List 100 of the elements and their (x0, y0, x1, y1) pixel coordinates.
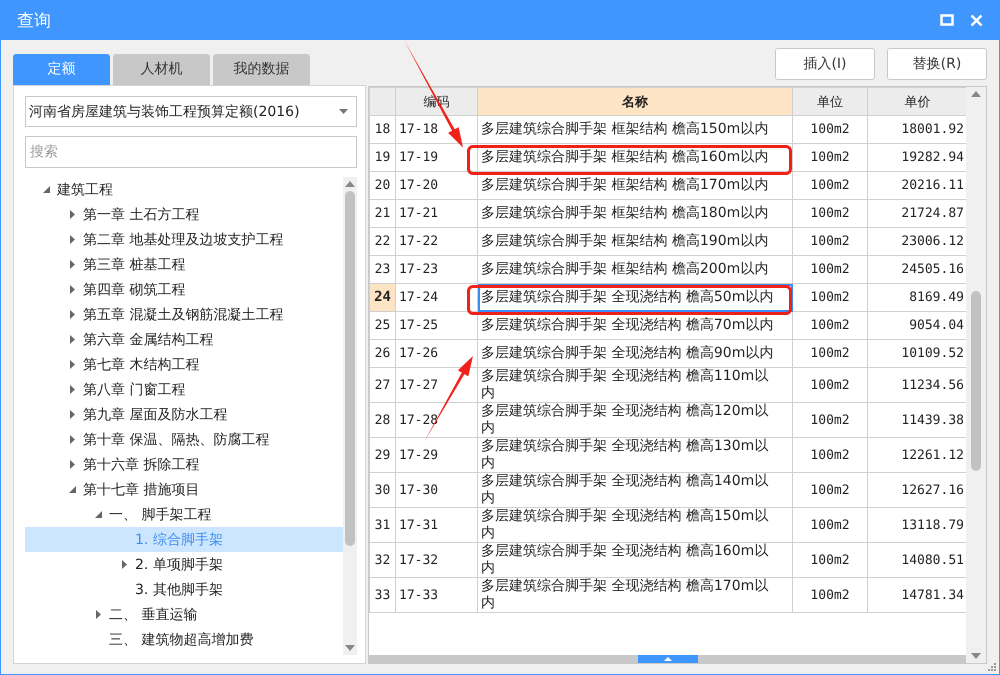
tree-item[interactable]: 第九章 屋面及防水工程 (83, 406, 228, 424)
tree-item[interactable]: 第一章 土石方工程 (83, 206, 200, 224)
collapse-icon[interactable] (68, 486, 76, 493)
table-cell: 多层建筑综合脚手架 全现浇结构 檐高70m以内 (478, 312, 792, 340)
table-cell: 100m2 (792, 228, 868, 256)
action-button[interactable]: 替换(R) (887, 48, 987, 80)
scrollbar[interactable] (343, 177, 357, 655)
tree-item[interactable]: 2. 单项脚手架 (135, 556, 223, 574)
row-number: 28 (370, 402, 396, 438)
expand-icon[interactable] (96, 610, 100, 619)
expand-icon[interactable] (70, 310, 74, 319)
table-cell: 100m2 (792, 116, 868, 144)
table-cell: 100m2 (792, 508, 868, 542)
row-number: 30 (370, 472, 396, 508)
scrollbar[interactable] (966, 87, 986, 663)
column-header[interactable]: 名称 (478, 88, 792, 116)
table-cell: 多层建筑综合脚手架 全现浇结构 檐高140m以内 (478, 472, 792, 508)
scroll-down-icon[interactable] (971, 653, 981, 659)
row-number: 26 (370, 340, 396, 368)
tree-item[interactable]: 第四章 砌筑工程 (83, 280, 186, 298)
row-number: 18 (370, 116, 396, 144)
row-number: 24 (370, 284, 396, 312)
table-cell: 100m2 (792, 368, 868, 402)
table-cell: 100m2 (792, 340, 868, 368)
table-cell: 多层建筑综合脚手架 框架结构 檐高180m以内 (478, 200, 792, 228)
table-cell: 17-32 (396, 542, 478, 578)
close-icon[interactable] (970, 14, 983, 26)
table-cell: 多层建筑综合脚手架 框架结构 檐高150m以内 (478, 116, 792, 144)
expand-icon[interactable] (70, 460, 74, 469)
table-cell: 100m2 (792, 256, 868, 284)
tree-item[interactable]: 第八章 门窗工程 (83, 380, 186, 398)
maximize-icon[interactable] (940, 14, 954, 26)
tree-item[interactable]: 一、 脚手架工程 (109, 506, 212, 524)
row-number: 32 (370, 542, 396, 578)
table-cell: 100m2 (792, 438, 868, 472)
row-number: 33 (370, 578, 396, 612)
tab[interactable]: 我的数据 (213, 54, 310, 85)
column-header[interactable]: 单价 (868, 88, 966, 116)
expand-icon[interactable] (70, 235, 74, 244)
row-number: 31 (370, 508, 396, 542)
search-field[interactable]: 搜索 (25, 136, 357, 168)
row-number: 22 (370, 228, 396, 256)
tree-item[interactable]: 第十七章 措施项目 (83, 480, 200, 498)
expand-icon[interactable] (70, 385, 74, 394)
table-cell: 17-21 (396, 200, 478, 228)
tree-item[interactable]: 第五章 混凝土及钢筋混凝土工程 (83, 306, 284, 324)
row-number: 19 (370, 144, 396, 172)
expand-icon[interactable] (70, 210, 74, 219)
tree-item[interactable]: 二、 垂直运输 (109, 606, 198, 624)
tab[interactable]: 人材机 (113, 54, 210, 85)
caret-icon (339, 109, 348, 114)
scrollbar-thumb[interactable] (345, 191, 355, 546)
table-cell: 100m2 (792, 578, 868, 612)
table-cell: 17-23 (396, 256, 478, 284)
table-cell: 17-29 (396, 438, 478, 472)
table-cell: 多层建筑综合脚手架 框架结构 檐高190m以内 (478, 228, 792, 256)
table-cell: 100m2 (792, 312, 868, 340)
tree-item[interactable]: 第二章 地基处理及边坡支护工程 (83, 230, 284, 248)
expand-icon[interactable] (70, 360, 74, 369)
tree-item[interactable]: 建筑工程 (57, 180, 113, 198)
expand-icon[interactable] (70, 335, 74, 344)
row-number: 29 (370, 438, 396, 472)
library-dropdown[interactable]: 河南省房屋建筑与装饰工程预算定额(2016) (25, 96, 357, 127)
table-cell: 100m2 (792, 144, 868, 172)
row-number: 25 (370, 312, 396, 340)
collapse-icon[interactable] (94, 511, 102, 518)
window-title: 查询 (17, 10, 51, 32)
table-cell: 多层建筑综合脚手架 全现浇结构 檐高150m以内 (478, 508, 792, 542)
table-cell: 多层建筑综合脚手架 全现浇结构 檐高90m以内 (478, 340, 792, 368)
scrollbar-thumb[interactable] (971, 291, 981, 471)
tree-item[interactable]: 第十章 保温、隔热、防腐工程 (83, 430, 270, 448)
table-cell: 100m2 (792, 172, 868, 200)
expand-icon[interactable] (122, 560, 126, 569)
scroll-up-icon[interactable] (345, 181, 355, 187)
scrollbar[interactable] (369, 655, 966, 663)
table-cell: 多层建筑综合脚手架 全现浇结构 檐高110m以内 (478, 368, 792, 402)
resize-grip-icon[interactable] (988, 663, 996, 671)
tree-item[interactable]: 第六章 金属结构工程 (83, 330, 214, 348)
table-cell: 多层建筑综合脚手架 框架结构 檐高200m以内 (478, 256, 792, 284)
collapse-up-icon[interactable] (664, 657, 672, 661)
tree-item[interactable]: 3. 其他脚手架 (135, 580, 223, 598)
expand-icon[interactable] (70, 435, 74, 444)
column-header[interactable]: 单位 (792, 88, 868, 116)
expand-icon[interactable] (70, 260, 74, 269)
table-cell: 17-31 (396, 508, 478, 542)
table-cell: 100m2 (792, 200, 868, 228)
tree-item[interactable]: 第三章 桩基工程 (83, 256, 186, 274)
collapse-icon[interactable] (42, 186, 50, 193)
tree-item[interactable]: 第七章 木结构工程 (83, 356, 200, 374)
table-cell: 100m2 (792, 402, 868, 438)
scroll-up-icon[interactable] (971, 91, 981, 97)
row-number: 27 (370, 368, 396, 402)
expand-icon[interactable] (70, 285, 74, 294)
table-cell: 17-22 (396, 228, 478, 256)
expand-icon[interactable] (70, 410, 74, 419)
tree-item[interactable]: 第十六章 拆除工程 (83, 456, 200, 474)
row-number: 20 (370, 172, 396, 200)
scroll-down-icon[interactable] (345, 645, 355, 651)
tree-item[interactable]: 三、 建筑物超高增加费 (109, 630, 254, 648)
action-button[interactable]: 插入(I) (775, 48, 875, 80)
